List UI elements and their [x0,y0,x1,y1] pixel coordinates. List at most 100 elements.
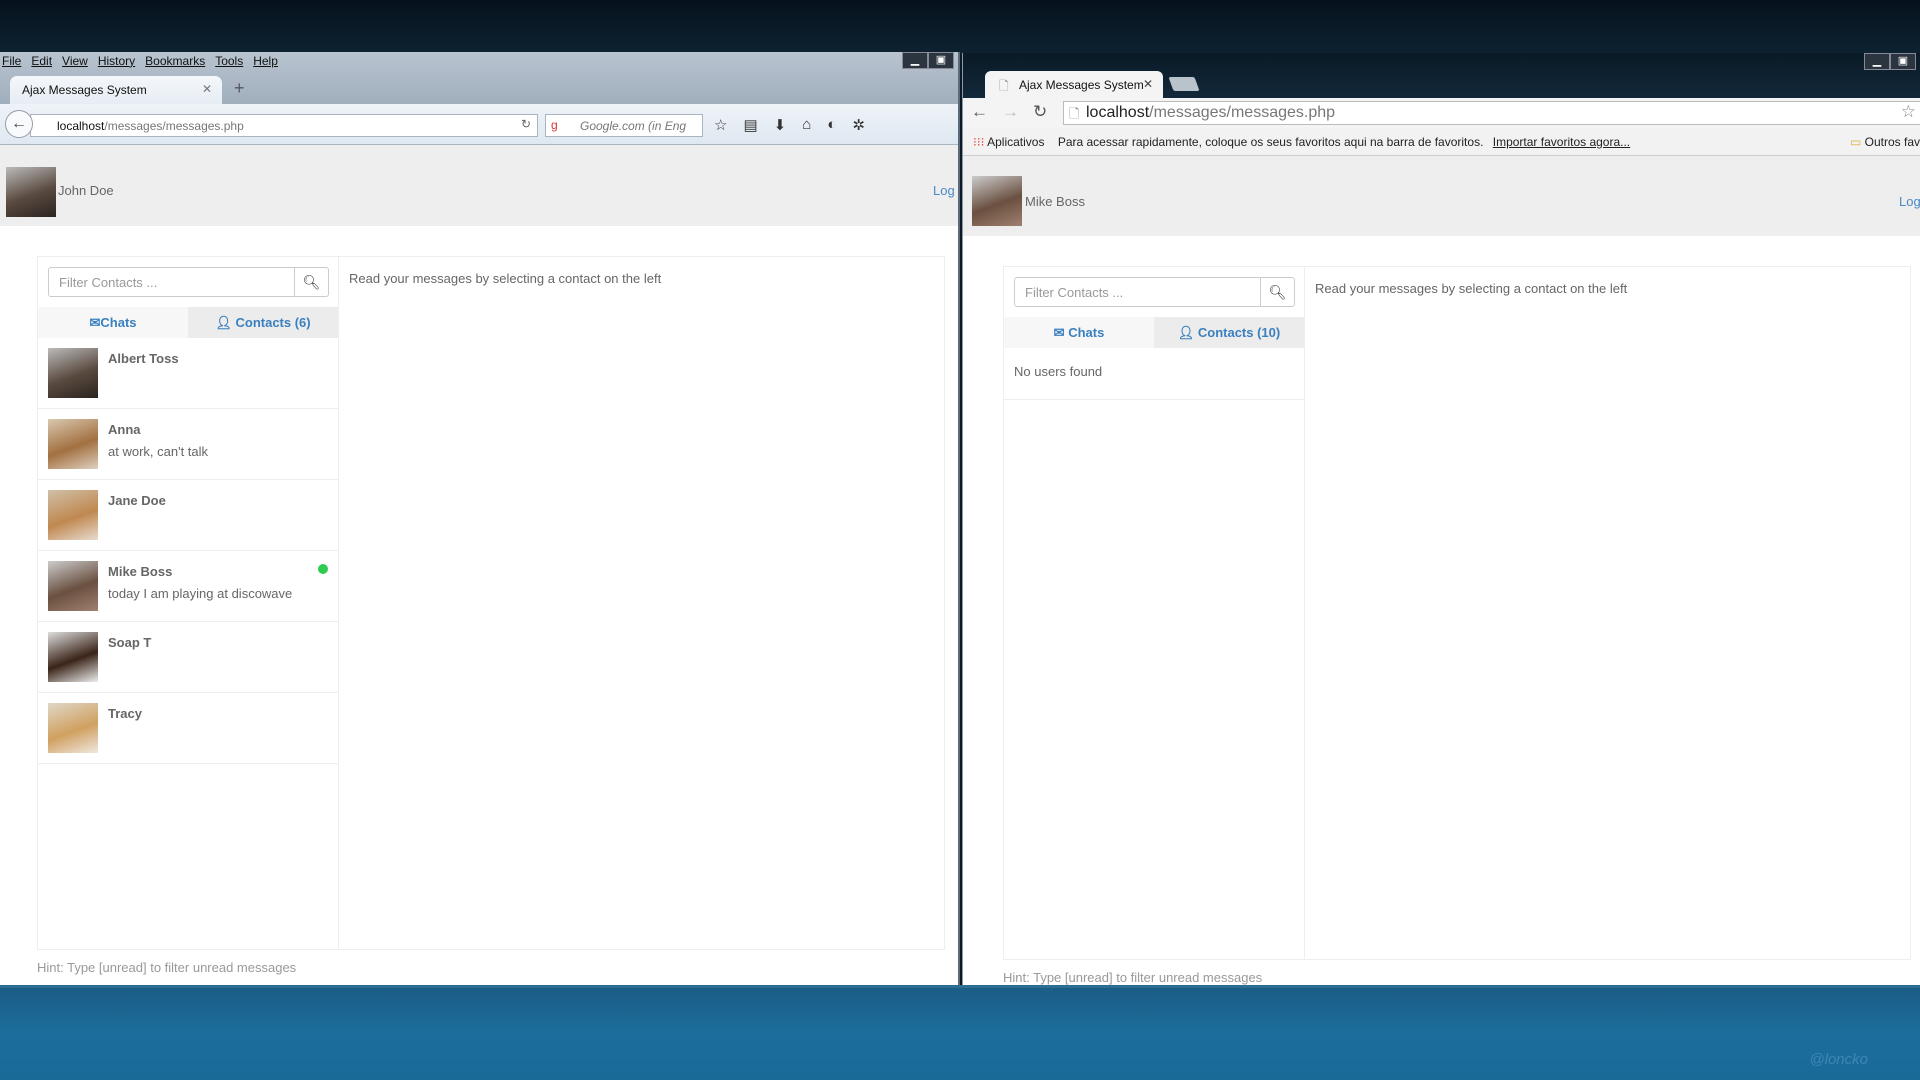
tab-title: Ajax Messages System [1019,78,1144,92]
contact-avatar [48,632,98,682]
google-icon: g [551,118,558,132]
menu-bar: File Edit View History Bookmarks Tools H… [2,54,278,68]
tab-contacts[interactable]: 👤︎ Contacts (6) [188,307,338,338]
app-header: John Doe Log [0,145,958,226]
reload-icon[interactable]: ↻ [521,117,531,131]
apps-grid-icon: ⁝⁝⁝ [973,135,985,149]
tab-chats-label: Chats [1068,325,1105,340]
search-icon[interactable]: 🔍︎ [294,268,328,296]
apps-link[interactable]: Aplicativos [987,135,1044,149]
contact-item[interactable]: Mike Boss today I am playing at discowave [38,551,338,622]
close-tab-icon[interactable]: ✕ [202,82,212,96]
user-avatar [972,176,1022,226]
new-tab-button[interactable]: + [234,78,245,99]
messages-panel: Filter Contacts ... 🔍︎ ✉ Chats 👤︎ Contact… [1003,266,1911,960]
contact-name: Jane Doe [108,493,166,508]
menu-tools[interactable]: Tools [215,54,243,68]
chrome-window: ▁ ▣ 🗋︎ Ajax Messages System ✕ ← → ↻ 🗋︎ localho… [962,53,1920,990]
forward-icon[interactable]: → [1002,102,1019,122]
menu-file[interactable]: File [2,54,21,68]
contact-item[interactable]: Jane Doe [38,480,338,551]
filter-hint: Hint: Type [unread] to filter unread mes… [1003,970,1263,985]
search-placeholder: Google.com (in Eng [580,119,687,133]
contact-name: Anna [108,422,141,437]
firefox-titlebar: File Edit View History Bookmarks Tools H… [0,52,958,145]
user-avatar [6,167,56,217]
import-bookmarks-link[interactable]: Importar favoritos agora... [1493,135,1630,149]
close-tab-icon[interactable]: ✕ [1143,77,1153,91]
folder-icon: ▭ [1849,135,1862,149]
contact-name: Tracy [108,706,142,721]
contact-avatar [48,561,98,611]
bookmarks-message: Para acessar rapidamente, coloque os seu… [1057,135,1484,149]
filter-contacts-input[interactable]: Filter Contacts ... 🔍︎ [48,267,329,297]
contact-item[interactable]: Anna at work, can't talk [38,409,338,480]
watermark: @loncko [1809,1051,1868,1068]
contact-item[interactable]: Tracy [38,693,338,764]
tab-contacts-label: Contacts (6) [235,315,311,330]
menu-bookmarks[interactable]: Bookmarks [145,54,205,68]
contact-avatar [48,348,98,398]
browser-tab[interactable]: Ajax Messages System ✕ [10,76,222,104]
maximize-button[interactable]: ▣ [1890,53,1916,70]
back-icon[interactable]: ← [971,102,988,122]
contact-avatar [48,490,98,540]
contact-item[interactable]: Soap T [38,622,338,693]
back-button[interactable]: ← [5,110,33,138]
menu-edit[interactable]: Edit [31,54,52,68]
extension-icon[interactable]: ✲ [852,116,865,134]
empty-message-hint: Read your messages by selecting a contac… [349,271,662,286]
tab-contacts[interactable]: 👤︎ Contacts (10) [1154,317,1304,348]
other-bookmarks-label: Outros fav [1864,135,1920,149]
messages-panel: Filter Contacts ... 🔍︎ ✉Chats 👤︎ Contacts… [37,256,945,950]
maximize-button[interactable]: ▣ [928,52,954,69]
bookmark-star-icon[interactable]: ☆ [714,116,727,134]
user-name: John Doe [58,183,114,198]
menu-history[interactable]: History [98,54,135,68]
desktop-background [0,0,1920,54]
bookmarks-bar: ⁝⁝⁝ Aplicativos Para acessar rapidamente… [963,129,1920,156]
page-icon: 🗋︎ [1069,106,1080,121]
contacts-column: Filter Contacts ... 🔍︎ ✉Chats 👤︎ Contacts… [38,257,339,949]
user-icon: 👤︎ [1177,325,1198,340]
contact-name: Soap T [108,635,152,650]
logout-link[interactable]: Log [1899,194,1920,209]
tab-contacts-label: Contacts (10) [1197,325,1281,340]
minimize-button[interactable]: ▁ [902,52,928,69]
tab-chats[interactable]: ✉Chats [38,307,188,338]
online-indicator [318,564,328,574]
contact-item[interactable]: Albert Toss [38,338,338,409]
bookmarks-list-icon[interactable]: ▤ [743,116,757,134]
empty-message-hint: Read your messages by selecting a contac… [1315,281,1628,296]
contact-name: Albert Toss [108,351,179,366]
minimize-button[interactable]: ▁ [1864,53,1890,70]
tab-chats[interactable]: ✉ Chats [1004,317,1154,348]
page-icon: 🗋︎ [999,79,1009,93]
new-tab-button[interactable] [1168,77,1200,91]
address-bar[interactable]: 🗋︎ localhost/messages/messages.php [1063,101,1920,125]
home-icon[interactable]: ⌂ [802,116,811,134]
chrome-titlebar: ▁ ▣ 🗋︎ Ajax Messages System ✕ [963,53,1920,99]
reload-icon[interactable]: ↻ [1033,102,1047,122]
no-users-message: No users found [1004,348,1304,400]
tab-chats-label: Chats [100,315,137,330]
envelope-icon: ✉ [1053,325,1069,340]
firefox-window: File Edit View History Bookmarks Tools H… [0,52,960,987]
logout-link[interactable]: Log [933,183,955,198]
search-box[interactable]: Google.com (in Eng g [545,114,703,137]
taskbar-area: @loncko [0,985,1920,1080]
filter-contacts-input[interactable]: Filter Contacts ... 🔍︎ [1014,277,1295,307]
bookmark-star-icon[interactable]: ☆ [1901,102,1916,122]
tab-title: Ajax Messages System [22,83,147,97]
download-icon[interactable]: ⬇ [774,116,787,134]
address-bar[interactable]: localhost/messages/messages.php ↻ [30,114,538,137]
url-host: localhost [1086,104,1150,121]
addon-icon[interactable]: ◐ [827,116,836,134]
menu-help[interactable]: Help [253,54,278,68]
menu-view[interactable]: View [62,54,88,68]
search-icon[interactable]: 🔍︎ [1260,278,1294,306]
browser-tab[interactable]: 🗋︎ Ajax Messages System ✕ [985,71,1163,99]
envelope-icon: ✉ [89,315,101,330]
contact-name: Mike Boss [108,564,173,579]
other-bookmarks[interactable]: ▭ Outros fav [1850,135,1920,149]
